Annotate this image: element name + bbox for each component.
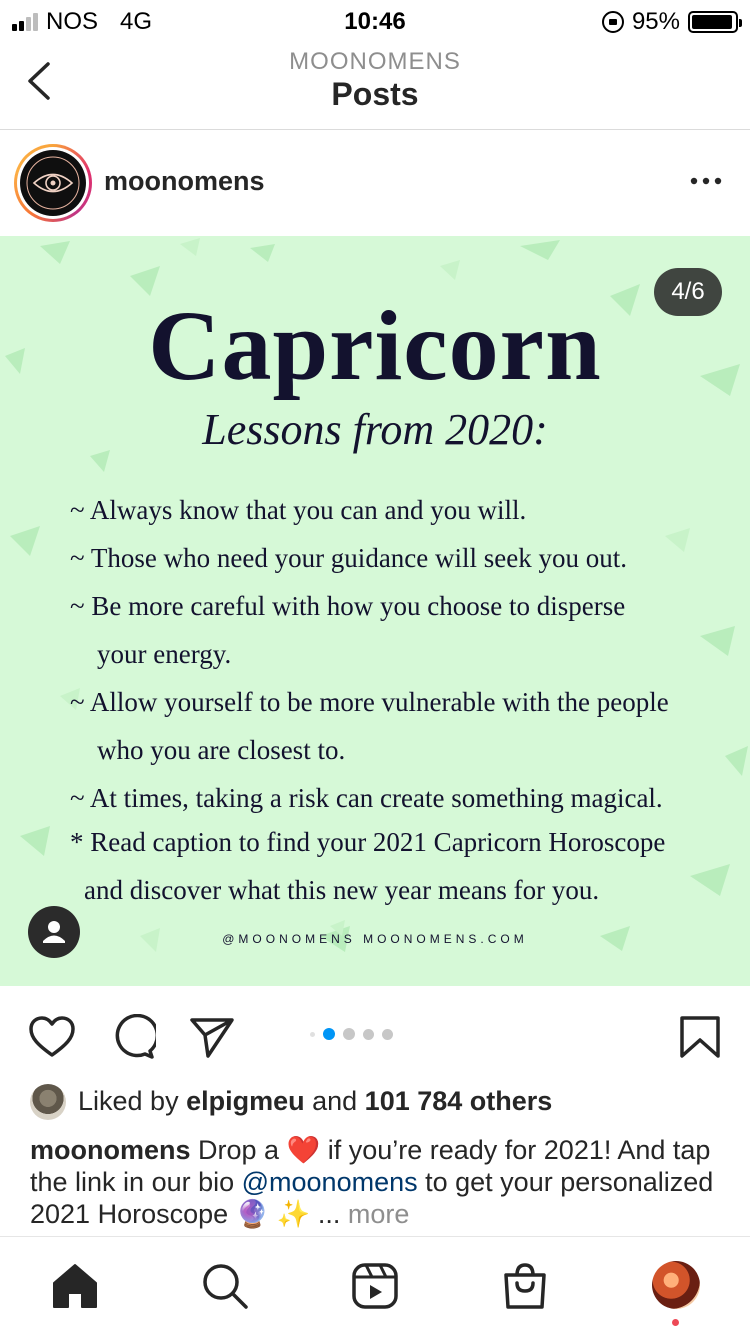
caption-text: Drop a — [190, 1135, 287, 1165]
liker-username[interactable]: elpigmeu — [186, 1086, 305, 1116]
lesson-item: ~ Always know that you can and you will. — [70, 495, 527, 525]
search-icon[interactable] — [200, 1261, 250, 1311]
story-avatar[interactable] — [14, 144, 92, 222]
caption-more-link[interactable]: more — [348, 1199, 410, 1229]
battery-percent: 95% — [631, 8, 680, 35]
bottom-tab-bar — [0, 1236, 750, 1334]
carousel-dot — [363, 1028, 374, 1040]
post-actions — [0, 986, 750, 1082]
caption-emoji: 🔮 ✨ — [235, 1199, 311, 1229]
send-icon[interactable] — [188, 1014, 236, 1060]
avatar — [20, 150, 86, 216]
orientation-lock-icon — [601, 11, 624, 33]
lesson-item: ~ Allow yourself to be more vulnerable w… — [70, 687, 669, 717]
user-icon — [43, 921, 65, 943]
carousel-dot — [310, 1031, 315, 1037]
caption-ellipsis: ... — [310, 1199, 348, 1229]
post-username[interactable]: moonomens — [104, 166, 265, 197]
lesson-item: ~ Be more careful with how you choose to… — [70, 591, 626, 621]
lessons-list: ~ Always know that you can and you will.… — [70, 486, 720, 822]
more-horizontal-icon[interactable] — [686, 166, 726, 196]
likes-row: Liked by elpigmeu and 101 784 others — [0, 1082, 750, 1126]
notification-dot — [672, 1319, 679, 1326]
caption-note-line: * Read caption to find your 2021 Caprico… — [70, 827, 666, 857]
profile-avatar[interactable] — [652, 1261, 700, 1309]
battery-fill — [692, 15, 732, 29]
status-bar: NOS 4G 10:46 95% — [0, 0, 750, 44]
nav-header: MOONOMENS Posts — [0, 44, 750, 130]
image-footer: @MOONOMENS MOONOMENS.COM — [222, 932, 528, 946]
home-icon[interactable] — [50, 1261, 100, 1311]
carousel-dot — [343, 1028, 355, 1040]
eye-logo-icon — [26, 156, 80, 210]
bookmark-icon[interactable] — [676, 1014, 724, 1060]
status-right: 95% — [601, 8, 742, 36]
carousel-dot — [382, 1028, 393, 1040]
carousel-dot — [323, 1028, 335, 1040]
lesson-item-continued: your energy. — [97, 639, 232, 669]
carousel-dots — [310, 1028, 393, 1040]
heart-icon[interactable] — [28, 1014, 76, 1060]
shop-icon[interactable] — [500, 1261, 550, 1311]
lesson-item-continued: who you are closest to. — [97, 735, 346, 765]
account-name: MOONOMENS — [289, 48, 461, 75]
image-title: Capricorn — [148, 290, 602, 401]
lesson-item: ~ Those who need your guidance will seek… — [70, 543, 627, 573]
likes-prefix: Liked by — [78, 1086, 187, 1116]
reels-icon[interactable] — [350, 1261, 400, 1311]
lesson-item: ~ At times, taking a risk can create som… — [70, 783, 663, 813]
post-image[interactable]: 4/6 Capricorn Lessons from 2020: ~ Alway… — [0, 236, 750, 986]
liker-avatar[interactable] — [30, 1084, 66, 1120]
likes-count[interactable]: 101 784 others — [365, 1086, 553, 1116]
comment-icon[interactable] — [108, 1014, 156, 1060]
tagged-users-button[interactable] — [28, 906, 80, 958]
likes-text[interactable]: Liked by elpigmeu and 101 784 others — [78, 1086, 552, 1117]
page-title: Posts — [331, 76, 419, 112]
post-header: moonomens — [0, 130, 750, 236]
post-caption: moonomens Drop a ❤️ if you’re ready for … — [30, 1134, 730, 1230]
caption-mention[interactable]: @moonomens — [242, 1167, 418, 1197]
caption-note-line: and discover what this new year means fo… — [84, 875, 600, 905]
caption-username[interactable]: moonomens — [30, 1135, 191, 1165]
heart-emoji: ❤️ — [286, 1135, 321, 1165]
caption-note: * Read caption to find your 2021 Caprico… — [70, 818, 720, 914]
image-subtitle: Lessons from 2020: — [202, 405, 548, 454]
likes-middle: and — [304, 1086, 365, 1116]
battery-icon — [688, 11, 742, 33]
